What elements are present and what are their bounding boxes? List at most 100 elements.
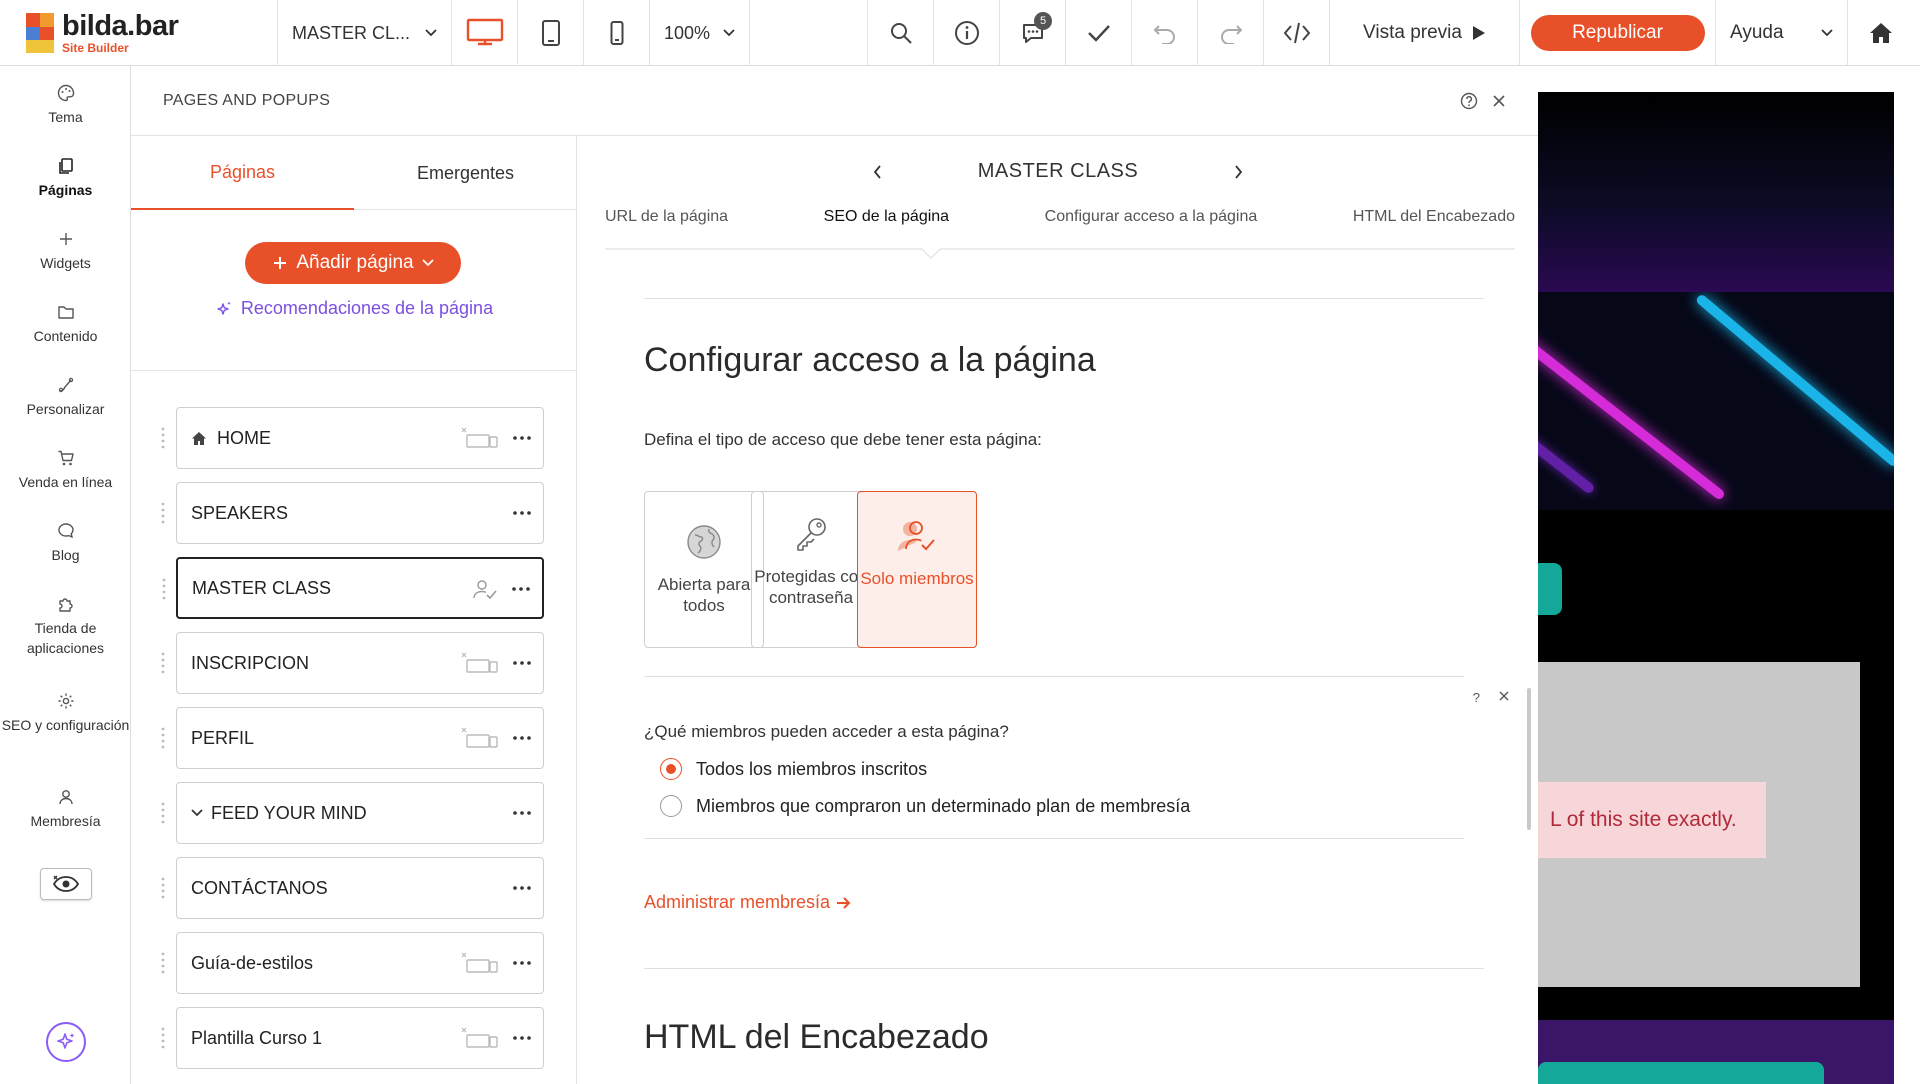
canvas-teal-bar [1538,1062,1824,1084]
mobile-view-button[interactable] [584,0,650,66]
chevron-right-icon [1235,164,1242,179]
panel-scrollbar[interactable] [1527,688,1531,830]
more-options-icon[interactable] [513,1036,531,1040]
page-row-speakers[interactable]: SPEAKERS [161,482,544,544]
zoom-selector[interactable]: 100% [650,0,750,66]
more-options-icon[interactable] [513,511,531,515]
code-button[interactable] [1264,0,1330,66]
drag-handle-icon[interactable] [160,951,166,975]
tab-header-html[interactable]: HTML del Encabezado [1353,208,1515,226]
page-row-perfil[interactable]: PERFIL [161,707,544,769]
redo-icon [1220,25,1242,44]
sparkle-icon [57,1033,75,1049]
sidebar-item-label: SEO y configuración [1,717,130,733]
tab-paginas[interactable]: Páginas [131,136,354,210]
access-option-label: Abierta para todos [657,575,751,616]
access-option-members-only[interactable]: Solo miembros [857,491,977,648]
desktop-view-button[interactable] [452,0,518,66]
page-row-plantilla-curso-1[interactable]: Plantilla Curso 1 [161,1007,544,1069]
drag-handle-icon[interactable] [161,577,167,601]
preview-button[interactable]: Vista previa [1330,0,1520,66]
next-page-button[interactable] [1228,162,1248,182]
close-icon[interactable] [1498,690,1510,702]
page-row-inscripcion[interactable]: INSCRIPCION [161,632,544,694]
folder-icon [57,306,74,319]
sidebar-item-paginas[interactable]: Páginas [0,157,131,201]
drag-handle-icon[interactable] [160,501,166,525]
sidebar-item-venda-en-linea[interactable]: Venda en línea [0,449,131,493]
radio-all-members[interactable]: Todos los miembros inscritos [660,758,927,780]
chat-bubble-icon [57,523,74,539]
drag-handle-icon[interactable] [160,1026,166,1050]
access-option-public[interactable]: Abierta para todos [644,491,764,648]
more-options-icon[interactable] [512,587,530,591]
check-button[interactable] [1066,0,1132,66]
dashboard-home-button[interactable] [1848,0,1914,66]
drag-handle-icon[interactable] [160,651,166,675]
chevron-down-icon [1821,29,1833,37]
sidebar-item-personalizar[interactable]: Personalizar [0,376,131,420]
sidebar-item-label: Páginas [38,182,93,198]
pages-icon [58,158,73,174]
page-recommendations-link[interactable]: Recomendaciones de la página [131,298,577,319]
tab-emergentes[interactable]: Emergentes [354,136,577,210]
hidden-elements-toggle[interactable] [40,868,92,900]
chevron-down-icon[interactable] [191,809,203,817]
more-options-icon[interactable] [513,436,531,440]
zoom-value: 100% [664,22,711,43]
comments-button[interactable]: 5 [1000,0,1066,66]
access-option-password[interactable]: Protegidas con contraseña [751,491,871,648]
tab-access[interactable]: Configurar acceso a la página [1045,208,1258,226]
undo-icon [1153,25,1175,44]
app-logo[interactable]: bilda.bar Site Builder [0,0,278,66]
radio-button[interactable] [660,758,682,780]
page-row-guia-de-estilos[interactable]: Guía-de-estilos [161,932,544,994]
drag-handle-icon[interactable] [160,726,166,750]
radio-button[interactable] [660,795,682,817]
close-icon[interactable] [1492,94,1506,108]
sidebar-item-seo-configuracion[interactable]: SEO y configuración [0,692,131,736]
arrow-right-icon [837,896,851,909]
more-options-icon[interactable] [513,886,531,890]
more-options-icon[interactable] [513,811,531,815]
page-row-master-class[interactable]: MASTER CLASS [162,557,544,619]
sidebar-item-tema[interactable]: Tema [0,84,131,128]
tab-seo[interactable]: SEO de la página [824,208,949,226]
add-page-button[interactable]: Añadir página [245,242,461,284]
sidebar-item-contenido[interactable]: Contenido [0,303,131,347]
left-sidebar: Tema Páginas Widgets Contenido Personali… [0,66,131,1084]
tab-url[interactable]: URL de la página [605,208,728,226]
page-settings-content: MASTER CLASS URL de la página SEO de la … [578,136,1538,1084]
settings-tabs: URL de la página SEO de la página Config… [605,208,1515,226]
more-options-icon[interactable] [513,961,531,965]
info-button[interactable] [934,0,1000,66]
drag-handle-icon[interactable] [160,801,166,825]
search-button[interactable] [868,0,934,66]
sidebar-item-blog[interactable]: Blog [0,522,131,566]
sidebar-item-tienda-de-aplicaciones[interactable]: Tienda de aplicaciones [0,595,131,658]
more-options-icon[interactable] [513,661,531,665]
page-row-contactanos[interactable]: CONTÁCTANOS [161,857,544,919]
republish-button[interactable]: Republicar [1530,15,1705,51]
previous-page-button[interactable] [868,162,888,182]
drag-handle-icon[interactable] [160,426,166,450]
manage-membership-link[interactable]: Administrar membresía [644,892,852,913]
page-row-home[interactable]: HOME [161,407,544,469]
page-selector[interactable]: MASTER CL... [278,0,452,66]
tablet-view-button[interactable] [518,0,584,66]
help-label: Ayuda [1730,22,1784,43]
sidebar-item-widgets[interactable]: Widgets [0,230,131,274]
drag-handle-icon[interactable] [160,876,166,900]
more-options-icon[interactable] [513,736,531,740]
page-switcher: MASTER CLASS [578,160,1538,183]
undo-button[interactable] [1132,0,1198,66]
ai-assistant-button[interactable] [46,1022,86,1062]
radio-plan-members[interactable]: Miembros que compraron un determinado pl… [660,795,1190,817]
help-icon[interactable] [1460,92,1478,110]
sidebar-item-membresia[interactable]: Membresía [0,788,131,832]
sparkle-icon [217,301,231,315]
page-row-feed-your-mind[interactable]: FEED YOUR MIND [161,782,544,844]
question-icon[interactable]: ? [1473,690,1480,705]
redo-button[interactable] [1198,0,1264,66]
help-menu[interactable]: Ayuda [1716,0,1848,66]
